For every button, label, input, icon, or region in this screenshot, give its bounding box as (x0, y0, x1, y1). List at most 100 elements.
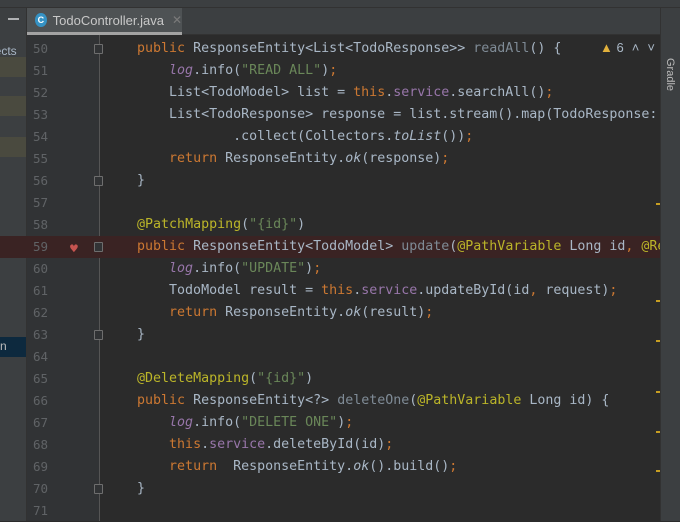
code-token: this (169, 437, 202, 452)
line-number[interactable]: 50 (33, 38, 53, 60)
line-number[interactable]: 68 (33, 434, 53, 456)
line-number[interactable]: 63 (33, 324, 53, 346)
code-line[interactable]: 71 (0, 500, 660, 522)
code-token: ; (385, 437, 394, 452)
line-number[interactable]: 54 (33, 126, 53, 148)
code-line[interactable]: 65 @DeleteMapping("{id}") (0, 368, 660, 390)
code-text: log.info("READ ALL"); (105, 60, 337, 82)
code-token: ; (313, 261, 322, 276)
code-line[interactable]: 63 } (0, 324, 660, 346)
code-editor[interactable]: 50 public ResponseEntity<List<TodoRespon… (0, 38, 673, 522)
code-token: service (361, 283, 418, 298)
code-line[interactable]: 62 return ResponseEntity.ok(result); (0, 302, 660, 324)
next-highlight-icon[interactable]: ˅ (647, 40, 655, 55)
code-token: "{id}" (249, 217, 298, 232)
code-token: public (137, 393, 194, 408)
line-number[interactable]: 64 (33, 346, 53, 368)
line-number[interactable]: 67 (33, 412, 53, 434)
line-number[interactable]: 69 (33, 456, 53, 478)
line-number[interactable]: 58 (33, 214, 53, 236)
line-number[interactable]: 51 (33, 60, 53, 82)
code-token: @PatchMapping (137, 217, 242, 232)
line-number[interactable]: 57 (33, 192, 53, 214)
code-token: ; (609, 283, 618, 298)
line-number[interactable]: 56 (33, 170, 53, 192)
code-line[interactable]: 51 log.info("READ ALL"); (0, 60, 660, 82)
fold-icon[interactable] (94, 44, 103, 54)
code-line[interactable]: 54 .collect(Collectors.toList()); (0, 126, 660, 148)
code-text: .collect(Collectors.toList()); (105, 126, 473, 148)
tab-todocontroller[interactable]: C TodoController.java ✕ (27, 8, 182, 35)
code-token: ()) (441, 129, 466, 144)
code-token: log (169, 63, 194, 78)
code-text: return ResponseEntity.ok(response); (105, 148, 449, 170)
code-token: log (169, 261, 194, 276)
code-token: ( (241, 217, 250, 232)
code-line[interactable]: 56 } (0, 170, 660, 192)
code-text: public ResponseEntity<?> deleteOne(@Path… (105, 390, 609, 412)
line-number[interactable]: 59 (33, 236, 53, 258)
right-tool-panel: Gradle (660, 8, 680, 521)
code-line[interactable]: 53 List<TodoResponse> response = list.st… (0, 104, 673, 126)
code-token: ResponseEntity<List<TodoResponse>> (193, 41, 474, 56)
line-number[interactable]: 53 (33, 104, 53, 126)
code-token: } (105, 327, 146, 342)
fold-icon[interactable] (94, 176, 103, 186)
code-line[interactable]: 61 TodoModel result = this.service.updat… (0, 280, 660, 302)
code-line[interactable]: 60 log.info("UPDATE"); (0, 258, 660, 280)
code-line[interactable]: 58 @PatchMapping("{id}") (0, 214, 660, 236)
code-text: TodoModel result = this.service.updateBy… (105, 280, 617, 302)
inspection-widget[interactable]: ▲ 6 ˄ ˅ (600, 40, 655, 55)
code-token: ; (545, 85, 554, 100)
code-line[interactable]: 59 ♥ public ResponseEntity<TodoModel> upd… (0, 236, 673, 258)
code-token: ok (353, 459, 370, 474)
code-line[interactable]: 70 } (0, 478, 660, 500)
line-number[interactable]: 55 (33, 148, 53, 170)
code-line[interactable]: 57 (0, 192, 660, 214)
code-token: , (625, 239, 642, 254)
code-text: public ResponseEntity<TodoModel> update(… (105, 236, 673, 258)
fold-icon[interactable] (94, 242, 103, 252)
code-line[interactable]: 67 log.info("DELETE ONE"); (0, 412, 660, 434)
code-text: public ResponseEntity<List<TodoResponse>… (105, 38, 561, 60)
code-token: .deleteById(id) (265, 437, 386, 452)
tab-title: TodoController.java (52, 12, 164, 28)
code-line[interactable]: 52 List<TodoModel> list = this.service.s… (0, 82, 660, 104)
code-line[interactable]: 64 (0, 346, 660, 368)
close-icon[interactable]: ✕ (172, 13, 182, 27)
line-number[interactable]: 61 (33, 280, 53, 302)
line-number[interactable]: 60 (33, 258, 53, 280)
code-token: . (201, 437, 210, 452)
code-line[interactable]: 66 public ResponseEntity<?> deleteOne(@P… (0, 390, 660, 412)
line-number[interactable]: 71 (33, 500, 53, 522)
class-icon: C (35, 13, 47, 27)
gradle-tool-button[interactable]: Gradle (664, 58, 676, 91)
code-line[interactable]: 68 this.service.deleteById(id); (0, 434, 660, 456)
warning-icon: ▲ (600, 40, 613, 55)
code-line[interactable]: 69 return ResponseEntity.ok().build(); (0, 456, 660, 478)
line-number[interactable]: 65 (33, 368, 53, 390)
code-token: .searchAll() (449, 85, 546, 100)
code-token: ResponseEntity. (225, 151, 346, 166)
code-token: service (393, 85, 450, 100)
line-number[interactable]: 62 (33, 302, 53, 324)
code-line[interactable]: 50 public ResponseEntity<List<TodoRespon… (0, 38, 660, 60)
line-number[interactable]: 70 (33, 478, 53, 500)
code-token: .info( (193, 415, 242, 430)
line-number[interactable]: 52 (33, 82, 53, 104)
code-token: Long id) { (529, 393, 610, 408)
previous-highlight-icon[interactable]: ˄ (632, 40, 640, 55)
fold-icon[interactable] (94, 484, 103, 494)
line-number[interactable]: 66 (33, 390, 53, 412)
code-line[interactable]: 55 return ResponseEntity.ok(response); (0, 148, 660, 170)
collapse-icon[interactable] (8, 18, 19, 20)
code-token: . (353, 283, 362, 298)
fold-icon[interactable] (94, 330, 103, 340)
code-token: log (169, 415, 194, 430)
